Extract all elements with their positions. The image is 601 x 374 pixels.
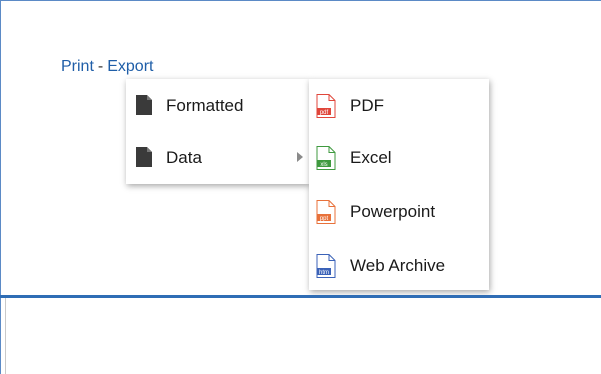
file-type-badge: xls <box>320 162 327 168</box>
chevron-right-icon <box>297 152 303 162</box>
menu-item-label: Formatted <box>166 96 244 115</box>
file-type-badge: pdf <box>320 110 329 116</box>
excel-file-icon: xls <box>316 146 336 170</box>
submenu-item-label: PDF <box>350 96 384 115</box>
print-link[interactable]: Print <box>61 58 94 75</box>
submenu-item-web-archive[interactable]: htm Web Archive <box>309 253 489 279</box>
export-link[interactable]: Export <box>107 58 153 75</box>
submenu-item-excel[interactable]: xls Excel <box>309 145 489 171</box>
window-top-border <box>0 0 601 1</box>
menu-item-formatted[interactable]: Formatted <box>126 93 309 119</box>
file-type-badge: htm <box>319 270 329 276</box>
content-panel <box>5 298 601 374</box>
powerpoint-file-icon: ppt <box>316 200 336 224</box>
export-menu: Formatted Data <box>126 79 309 184</box>
submenu-item-pdf[interactable]: pdf PDF <box>309 93 489 119</box>
data-submenu: pdf PDF xls Excel ppt Powerpoint htm Web… <box>309 79 489 290</box>
web-archive-file-icon: htm <box>316 254 336 278</box>
submenu-item-powerpoint[interactable]: ppt Powerpoint <box>309 199 489 225</box>
report-links: Print - Export <box>61 58 153 76</box>
submenu-item-label: Powerpoint <box>350 202 436 221</box>
submenu-item-label: Excel <box>350 148 392 167</box>
link-separator: - <box>97 58 104 75</box>
menu-item-data[interactable]: Data <box>126 145 309 171</box>
submenu-item-label: Web Archive <box>350 256 446 275</box>
file-type-badge: ppt <box>320 216 329 222</box>
window-left-border <box>0 0 1 374</box>
menu-item-label: Data <box>166 148 202 167</box>
pdf-file-icon: pdf <box>316 94 336 118</box>
document-icon <box>136 95 152 115</box>
document-icon <box>136 147 152 167</box>
